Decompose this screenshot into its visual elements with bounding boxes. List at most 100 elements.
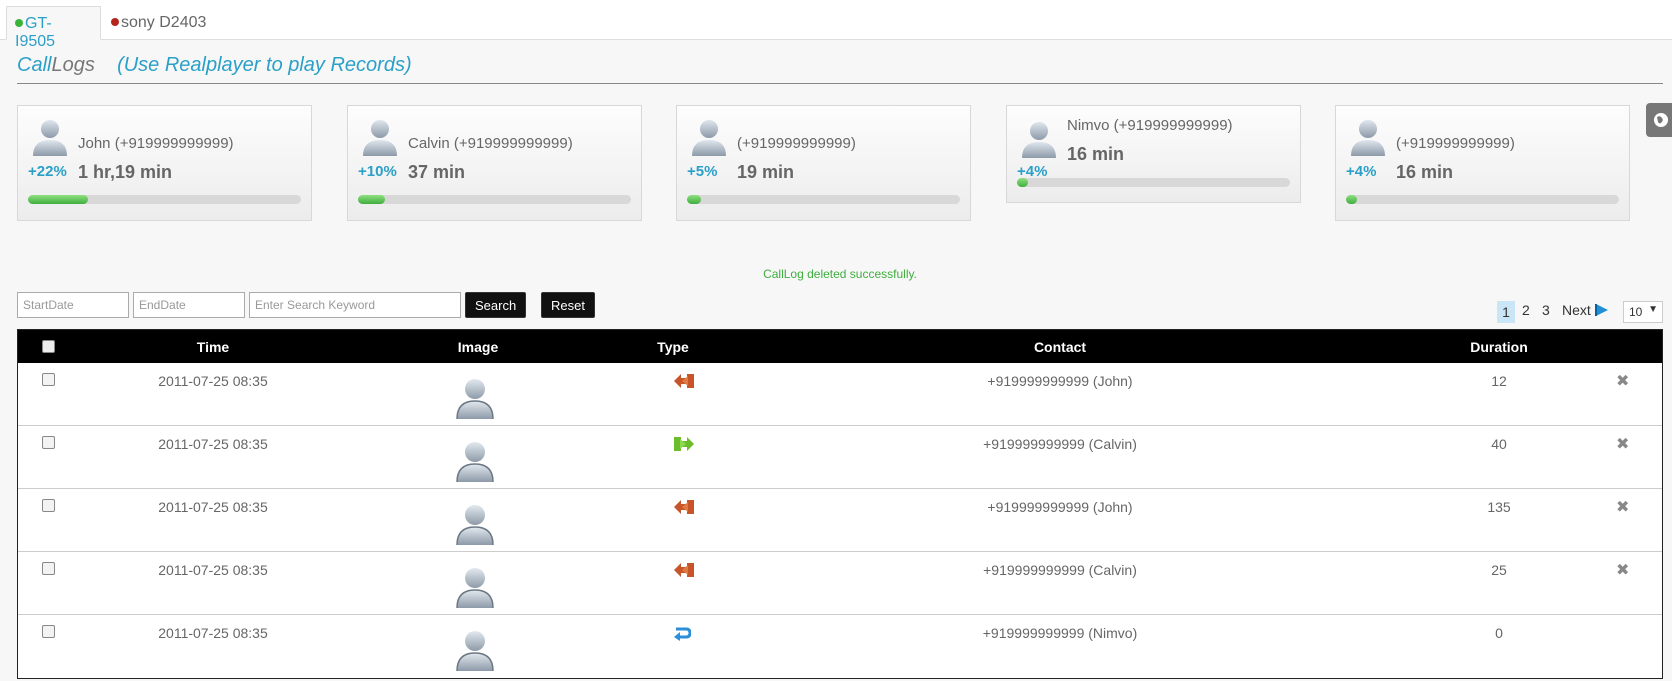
page-subtitle: (Use Realplayer to play Records) xyxy=(117,54,412,76)
avatar-icon xyxy=(1348,116,1388,161)
reset-button[interactable]: Reset xyxy=(541,292,595,318)
page-size-select[interactable]: 10 ▼ xyxy=(1623,301,1663,323)
contact-percent: +5% xyxy=(687,163,718,180)
progress-fill xyxy=(1017,178,1028,187)
top-contact-card: Calvin (+919999999999) +10% 37 min xyxy=(347,105,642,221)
incoming-call-icon xyxy=(673,499,695,518)
row-duration: 135 xyxy=(1487,499,1511,515)
contact-duration: 19 min xyxy=(737,162,795,182)
table-row: 2011-07-25 08:35 +919999999999 (John) 13… xyxy=(18,489,1662,552)
top-contact-card: John (+919999999999) +22% 1 hr,19 min xyxy=(17,105,312,221)
page-2-link[interactable]: 2 xyxy=(1522,302,1530,318)
row-time: 2011-07-25 08:35 xyxy=(158,373,268,389)
progress-fill xyxy=(1346,195,1357,204)
contact-name: Calvin (+919999999999) xyxy=(408,135,573,152)
device-tabs: GT-I9505 sony D2403 xyxy=(0,0,1672,50)
avatar-icon xyxy=(455,375,495,422)
row-contact: +919999999999 (Nimvo) xyxy=(982,625,1138,641)
row-duration: 25 xyxy=(1491,562,1507,578)
row-time: 2011-07-25 08:35 xyxy=(158,625,268,641)
page-3-link[interactable]: 3 xyxy=(1542,302,1550,318)
top-contact-card: Nimvo (+919999999999) +4% 16 min xyxy=(1006,105,1301,203)
search-input[interactable]: Enter Search Keyword xyxy=(249,292,461,318)
table-row: 2011-07-25 08:35 +919999999999 (Calvin) … xyxy=(18,552,1662,615)
contact-percent: +4% xyxy=(1346,163,1377,180)
progress-bar xyxy=(1017,178,1290,187)
delete-icon[interactable]: ✖ xyxy=(1616,560,1629,580)
progress-fill xyxy=(687,195,701,204)
incoming-call-icon xyxy=(673,373,695,392)
next-arrow-icon xyxy=(1594,304,1608,316)
row-contact: +919999999999 (John) xyxy=(987,373,1133,389)
status-message: CallLog deleted successfully. xyxy=(763,267,917,281)
page-size-value: 10 xyxy=(1629,305,1643,319)
avatar-icon xyxy=(455,501,495,548)
contact-percent: +22% xyxy=(28,163,67,180)
avatar-icon xyxy=(360,116,400,161)
row-duration: 0 xyxy=(1495,625,1503,641)
tab-gt-i9505[interactable]: GT-I9505 xyxy=(6,6,101,50)
contact-duration: 16 min xyxy=(1396,162,1454,182)
search-button[interactable]: Search xyxy=(465,292,527,318)
row-time: 2011-07-25 08:35 xyxy=(158,562,268,578)
page-title: CallLogs (Use Realplayer to play Records… xyxy=(17,54,412,77)
avatar-icon xyxy=(455,564,495,611)
select-all-checkbox[interactable] xyxy=(42,340,55,353)
end-date-input[interactable]: EndDate xyxy=(133,292,245,318)
row-checkbox[interactable] xyxy=(42,562,55,575)
contact-name: (+919999999999) xyxy=(1396,135,1515,152)
top-contact-card: (+919999999999) +4% 16 min xyxy=(1335,105,1630,221)
delete-icon[interactable]: ✖ xyxy=(1616,434,1629,454)
side-panel-toggle[interactable] xyxy=(1646,103,1672,137)
row-contact: +919999999999 (Calvin) xyxy=(983,436,1137,452)
row-checkbox[interactable] xyxy=(42,625,55,638)
contact-duration: 16 min xyxy=(1067,144,1125,164)
online-status-icon xyxy=(15,19,23,27)
contact-name: (+919999999999) xyxy=(737,135,856,152)
row-time: 2011-07-25 08:35 xyxy=(158,499,268,515)
contact-percent: +10% xyxy=(358,163,397,180)
next-page-link[interactable]: Next xyxy=(1562,302,1609,318)
column-contact: Contact xyxy=(1033,339,1087,355)
contact-duration: 1 hr,19 min xyxy=(78,162,173,182)
avatar-icon xyxy=(1019,118,1059,163)
globe-icon xyxy=(1654,113,1668,127)
avatar-icon xyxy=(30,116,70,161)
contact-duration: 37 min xyxy=(408,162,466,182)
row-duration: 40 xyxy=(1491,436,1507,452)
table-row: 2011-07-25 08:35 +919999999999 (Nimvo) 0 xyxy=(18,615,1662,678)
avatar-icon xyxy=(455,438,495,485)
start-date-input[interactable]: StartDate xyxy=(17,292,129,318)
progress-bar xyxy=(1346,195,1619,204)
row-contact: +919999999999 (Calvin) xyxy=(983,562,1137,578)
title-divider xyxy=(17,83,1663,84)
row-checkbox[interactable] xyxy=(42,373,55,386)
incoming-call-icon xyxy=(673,562,695,581)
row-checkbox[interactable] xyxy=(42,499,55,512)
row-contact: +919999999999 (John) xyxy=(987,499,1133,515)
tab-sony-d2403[interactable]: sony D2403 xyxy=(103,6,216,40)
contact-name: John (+919999999999) xyxy=(78,135,234,152)
column-time: Time xyxy=(196,339,230,355)
row-duration: 12 xyxy=(1491,373,1507,389)
call-log-table: Time Image Type Contact Duration 2011-07… xyxy=(17,329,1663,679)
progress-fill xyxy=(28,195,89,204)
delete-icon[interactable]: ✖ xyxy=(1616,371,1629,391)
table-row: 2011-07-25 08:35 +919999999999 (Calvin) … xyxy=(18,426,1662,489)
missed-call-icon xyxy=(673,625,692,644)
title-logs: Logs xyxy=(51,54,95,76)
page-1-link[interactable]: 1 xyxy=(1497,301,1515,323)
column-duration: Duration xyxy=(1470,339,1528,355)
tab-label: sony D2403 xyxy=(121,14,207,31)
chevron-down-icon: ▼ xyxy=(1648,304,1658,315)
top-contact-card: (+919999999999) +5% 19 min xyxy=(676,105,971,221)
outgoing-call-icon xyxy=(673,436,695,455)
progress-bar xyxy=(687,195,960,204)
progress-bar xyxy=(358,195,631,204)
progress-bar xyxy=(28,195,301,204)
row-checkbox[interactable] xyxy=(42,436,55,449)
delete-icon[interactable]: ✖ xyxy=(1616,497,1629,517)
offline-status-icon xyxy=(111,18,119,26)
column-type: Type xyxy=(657,339,689,355)
table-header: Time Image Type Contact Duration xyxy=(18,330,1662,363)
